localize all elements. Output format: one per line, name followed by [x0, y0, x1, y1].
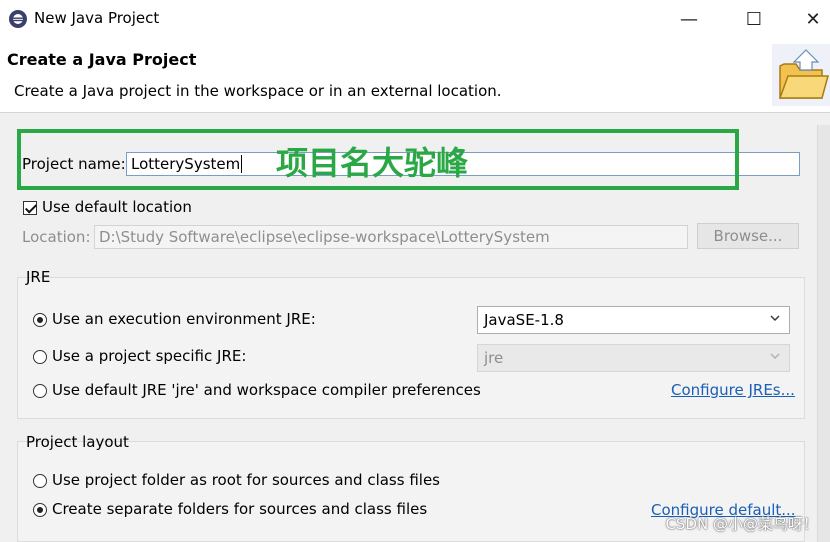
chevron-down-icon [770, 353, 780, 359]
use-default-location-label: Use default location [42, 198, 192, 216]
browse-button[interactable]: Browse... [697, 223, 799, 249]
window-title: New Java Project [34, 9, 160, 27]
wizard-description: Create a Java project in the workspace o… [14, 82, 502, 100]
wizard-content: Project name: LotterySystem 项目名大驼峰 Use d… [0, 113, 830, 542]
jre-group-title: JRE [26, 268, 51, 286]
close-button[interactable]: ✕ [784, 0, 830, 38]
wizard-title: Create a Java Project [7, 50, 197, 69]
wizard-banner: Create a Java Project Create a Java proj… [0, 38, 830, 113]
project-specific-jre-label: Use a project specific JRE: [52, 347, 247, 365]
project-specific-select[interactable]: jre [477, 344, 790, 372]
location-input[interactable]: D:\Study Software\eclipse\eclipse-worksp… [94, 225, 688, 249]
location-label: Location: [22, 228, 91, 246]
annotation-text: 项目名大驼峰 [276, 144, 469, 182]
maximize-button[interactable]: ☐ [725, 0, 783, 38]
default-jre-radio[interactable] [33, 384, 47, 398]
project-root-radio[interactable] [33, 474, 47, 488]
use-default-location-checkbox[interactable] [23, 201, 37, 215]
project-specific-jre-radio[interactable] [33, 350, 47, 364]
exec-env-select[interactable]: JavaSE-1.8 [477, 306, 790, 334]
exec-env-jre-label: Use an execution environment JRE: [52, 310, 316, 328]
location-value: D:\Study Software\eclipse\eclipse-worksp… [99, 228, 550, 246]
csdn-watermark: CSDN @小@菜鸟呀！ [665, 515, 818, 533]
project-root-label: Use project folder as root for sources a… [52, 471, 440, 489]
exec-env-value: JavaSE-1.8 [484, 311, 564, 329]
project-layout-group-title: Project layout [26, 433, 129, 451]
default-jre-label: Use default JRE 'jre' and workspace comp… [52, 381, 481, 399]
project-specific-value: jre [484, 349, 504, 367]
browse-label: Browse... [713, 227, 783, 245]
maximize-icon: ☐ [745, 8, 763, 30]
window-titlebar: New Java Project — ☐ ✕ [0, 0, 830, 38]
new-project-folder-icon [772, 44, 830, 106]
chevron-down-icon [770, 315, 780, 321]
close-icon: ✕ [805, 8, 821, 30]
configure-jres-link[interactable]: Configure JREs... [671, 381, 795, 399]
separate-folders-radio[interactable] [33, 503, 47, 517]
exec-env-jre-radio[interactable] [33, 313, 47, 327]
minimize-icon: — [680, 8, 698, 30]
vertical-scrollbar[interactable] [817, 125, 830, 542]
minimize-button[interactable]: — [660, 0, 718, 38]
eclipse-icon [9, 10, 27, 28]
separate-folders-label: Create separate folders for sources and … [52, 500, 428, 518]
